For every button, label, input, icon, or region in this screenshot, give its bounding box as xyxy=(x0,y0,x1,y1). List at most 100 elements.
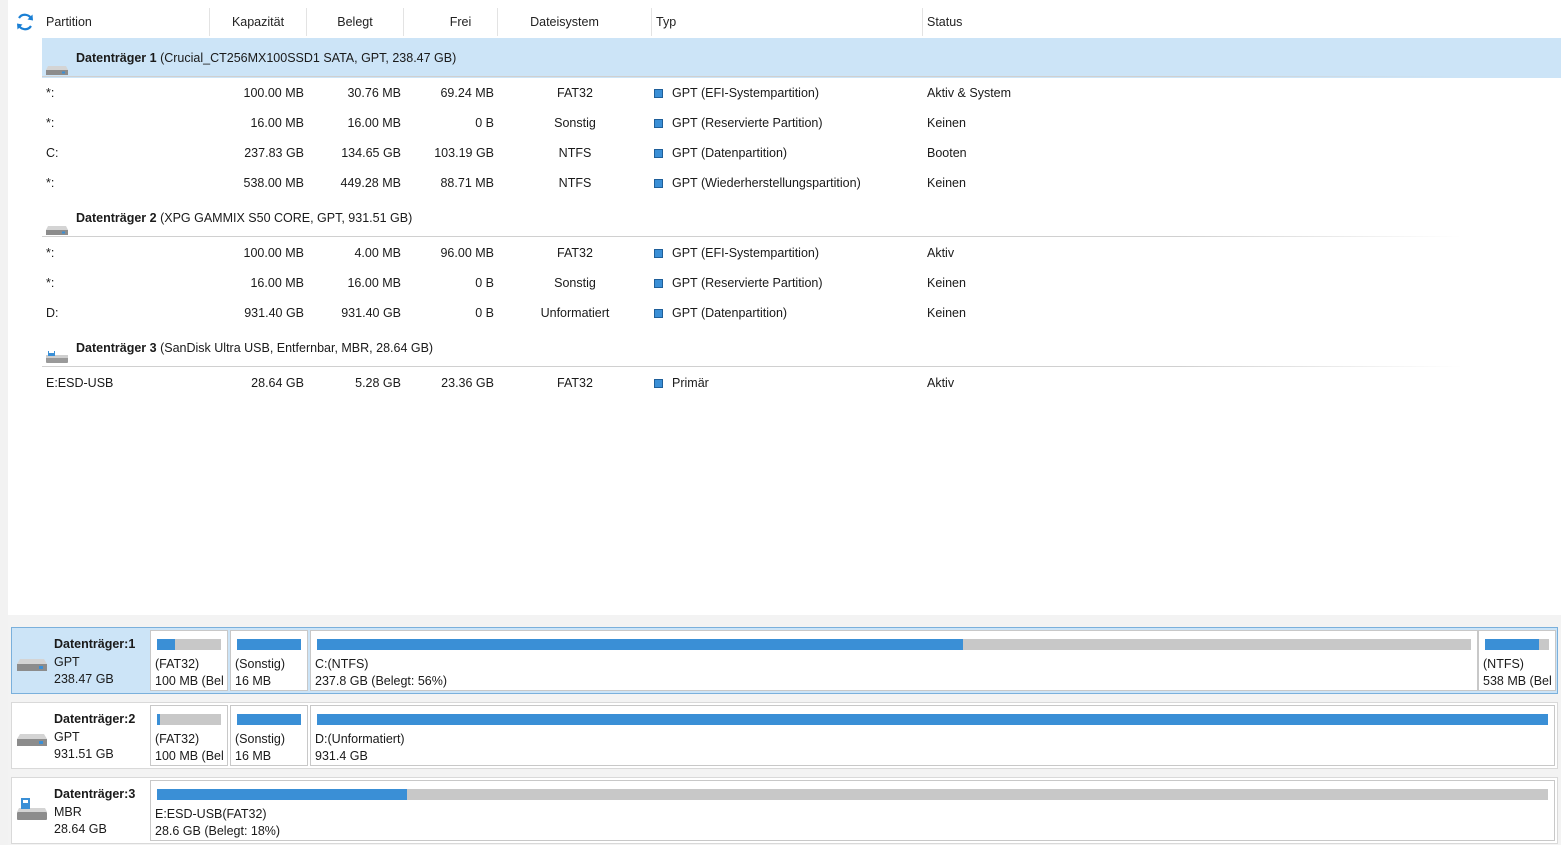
disk-row[interactable]: Datenträger 1 (Crucial_CT256MX100SSD1 SA… xyxy=(42,38,1561,78)
partition-block[interactable]: C:(NTFS) 237.8 GB (Belegt: 56%) xyxy=(310,630,1478,691)
partition-capacity: 100.00 MB xyxy=(243,246,304,260)
partition-type-label: GPT (Reservierte Partition) xyxy=(672,276,823,290)
partition-filesystem: FAT32 xyxy=(557,86,593,100)
column-header: Partition Kapazität Belegt Frei Dateisys… xyxy=(42,8,1561,36)
disk-map-name: Datenträger:1 xyxy=(54,637,136,651)
partition-row[interactable]: E:ESD-USB 28.64 GB 5.28 GB 23.36 GB FAT32 Pri… xyxy=(42,368,1561,398)
disk-details: (XPG GAMMIX S50 CORE, GPT, 931.51 GB) xyxy=(160,211,413,225)
partition-block-size: 237.8 GB (Belegt: 56%) xyxy=(315,674,448,688)
disk-row[interactable]: Datenträger 2 (XPG GAMMIX S50 CORE, GPT,… xyxy=(42,198,1561,238)
partition-usage-fill xyxy=(237,639,301,650)
partition-usage-fill xyxy=(317,714,1548,725)
partition-used: 931.40 GB xyxy=(341,306,401,320)
disk-map-name: Datenträger:2 xyxy=(54,712,136,726)
partition-filesystem: Unformatiert xyxy=(540,306,610,320)
partition-block[interactable]: (FAT32) 100 MB (Bel xyxy=(150,705,228,766)
col-used[interactable]: Belegt xyxy=(307,8,404,36)
disk-map-info: Datenträger:3 MBR 28.64 GB xyxy=(12,778,150,843)
partition-free: 88.71 MB xyxy=(440,176,494,190)
partition-capacity: 237.83 GB xyxy=(244,146,304,160)
partition-filesystem: Sonstig xyxy=(554,276,596,290)
partition-type: GPT (Datenpartition) xyxy=(654,298,787,328)
partition-row[interactable]: *: 16.00 MB 16.00 MB 0 B Sonstig GPT (Reservi… xyxy=(42,108,1561,138)
partition-block[interactable]: (NTFS) 538 MB (Bel xyxy=(1478,630,1556,691)
partition-status: Booten xyxy=(927,146,967,160)
partition-usage-fill xyxy=(157,639,175,650)
partition-usage-bar xyxy=(157,639,221,650)
partition-row[interactable]: D: 931.40 GB 931.40 GB 0 B Unformatiert GPT (… xyxy=(42,298,1561,328)
partition-name: *: xyxy=(46,176,55,190)
partition-block-label: (FAT32) xyxy=(155,657,200,671)
partition-capacity: 538.00 MB xyxy=(243,176,304,190)
partition-type-icon xyxy=(654,149,663,158)
partition-used: 16.00 MB xyxy=(347,116,401,130)
disk-map-size: 931.51 GB xyxy=(54,747,114,761)
col-free[interactable]: Frei xyxy=(404,8,498,36)
partition-row[interactable]: *: 100.00 MB 4.00 MB 96.00 MB FAT32 GPT (EFI-… xyxy=(42,238,1561,268)
hard-disk-icon xyxy=(45,52,69,75)
partition-usage-fill xyxy=(237,714,301,725)
partition-usage-bar xyxy=(317,714,1548,725)
refresh-icon[interactable] xyxy=(14,11,36,33)
partition-capacity: 16.00 MB xyxy=(250,116,304,130)
partition-type-icon xyxy=(654,89,663,98)
partition-filesystem: Sonstig xyxy=(554,116,596,130)
col-partition[interactable]: Partition xyxy=(42,8,210,36)
partition-type: Primär xyxy=(654,368,709,398)
partition-name: *: xyxy=(46,86,55,100)
disk-map-style: MBR xyxy=(54,805,82,819)
disk-title: Datenträger 1 (Crucial_CT256MX100SSD1 SA… xyxy=(76,38,456,78)
partition-block-size: 538 MB (Bel xyxy=(1483,674,1552,688)
partition-type-label: GPT (EFI-Systempartition) xyxy=(672,246,820,260)
partition-block-label: D:(Unformatiert) xyxy=(315,732,405,746)
partition-block[interactable]: D:(Unformatiert) 931.4 GB xyxy=(310,705,1555,766)
partition-row[interactable]: *: 538.00 MB 449.28 MB 88.71 MB NTFS GPT (Wie… xyxy=(42,168,1561,198)
disk-map-name: Datenträger:3 xyxy=(54,787,136,801)
partition-block[interactable]: (FAT32) 100 MB (Bel xyxy=(150,630,228,691)
disk-map-card[interactable]: Datenträger:1 GPT 238.47 GB (FAT32) 100 MB (… xyxy=(11,627,1558,694)
usb-drive-icon xyxy=(15,798,49,824)
disk-map-info: Datenträger:2 GPT 931.51 GB xyxy=(12,703,150,768)
partition-filesystem: FAT32 xyxy=(557,246,593,260)
partition-free: 96.00 MB xyxy=(440,246,494,260)
partition-used: 5.28 GB xyxy=(355,376,401,390)
partition-status: Aktiv & System xyxy=(927,86,1012,100)
partition-type-icon xyxy=(654,309,663,318)
disk-name: Datenträger 1 xyxy=(76,51,157,65)
col-filesystem[interactable]: Dateisystem xyxy=(498,8,652,36)
partition-free: 23.36 GB xyxy=(441,376,494,390)
col-type[interactable]: Typ xyxy=(652,8,923,36)
partition-row[interactable]: C: 237.83 GB 134.65 GB 103.19 GB NTFS GPT (Da… xyxy=(42,138,1561,168)
partition-usage-fill xyxy=(317,639,964,650)
partition-usage-fill xyxy=(157,789,408,800)
partition-usage-fill xyxy=(1485,639,1540,650)
disk-map-card[interactable]: Datenträger:2 GPT 931.51 GB (FAT32) 100 MB (… xyxy=(11,702,1558,769)
partition-type: GPT (EFI-Systempartition) xyxy=(654,238,819,268)
disk-row[interactable]: Datenträger 3 (SanDisk Ultra USB, Entfer… xyxy=(42,328,1561,368)
partition-block[interactable]: E:ESD-USB(FAT32) 28.6 GB (Belegt: 18%) xyxy=(150,780,1555,841)
disk-separator xyxy=(42,76,1462,77)
partition-status: Keinen xyxy=(927,306,966,320)
disk-map-style: GPT xyxy=(54,730,80,744)
disk-map-style: GPT xyxy=(54,655,80,669)
partition-row[interactable]: *: 100.00 MB 30.76 MB 69.24 MB FAT32 GPT (EFI… xyxy=(42,78,1561,108)
partition-block[interactable]: (Sonstig) 16 MB xyxy=(230,705,308,766)
disk-map-card[interactable]: Datenträger:3 MBR 28.64 GB E:ESD-USB(FAT32)… xyxy=(11,777,1558,844)
partition-row[interactable]: *: 16.00 MB 16.00 MB 0 B Sonstig GPT (Reservi… xyxy=(42,268,1561,298)
partition-filesystem: NTFS xyxy=(558,146,592,160)
partition-used: 449.28 MB xyxy=(340,176,401,190)
partition-type-icon xyxy=(654,279,663,288)
partition-block-size: 28.6 GB (Belegt: 18%) xyxy=(155,824,281,838)
partition-capacity: 100.00 MB xyxy=(243,86,304,100)
partition-block-size: 931.4 GB xyxy=(315,749,368,763)
col-capacity[interactable]: Kapazität xyxy=(210,8,307,36)
partition-type: GPT (Wiederherstellungspartition) xyxy=(654,168,861,198)
disk-details: (SanDisk Ultra USB, Entfernbar, MBR, 28.… xyxy=(160,341,434,355)
left-gutter xyxy=(0,0,8,845)
partition-block-label: (FAT32) xyxy=(155,732,200,746)
partition-status: Keinen xyxy=(927,176,966,190)
partition-block[interactable]: (Sonstig) 16 MB xyxy=(230,630,308,691)
partition-block-label: (Sonstig) xyxy=(235,657,286,671)
col-status[interactable]: Status xyxy=(923,8,1561,36)
partition-usage-bar xyxy=(1485,639,1549,650)
